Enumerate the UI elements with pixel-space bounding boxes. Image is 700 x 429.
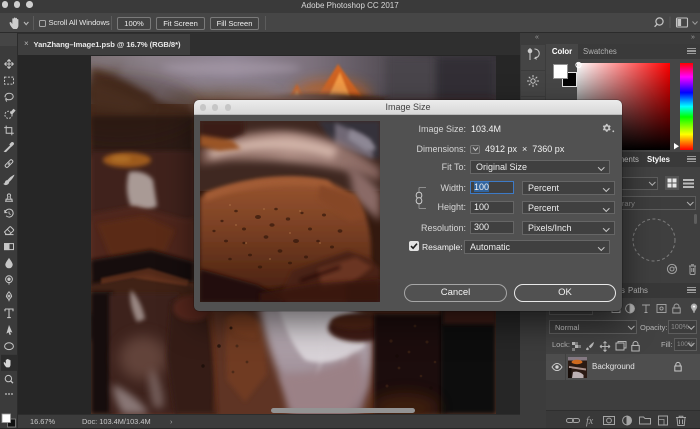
svg-text:fx: fx: [586, 416, 594, 427]
